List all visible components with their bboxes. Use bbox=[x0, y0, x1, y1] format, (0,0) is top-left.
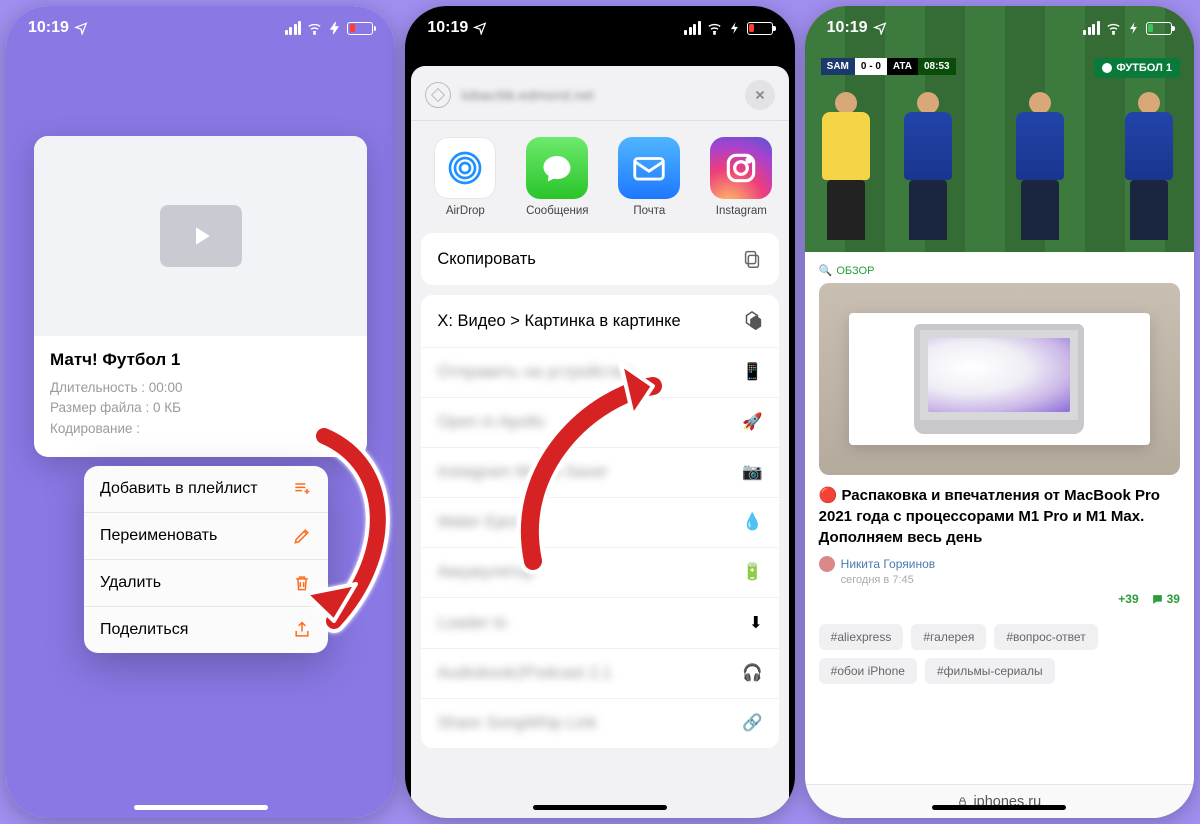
share-source: lobacrbb.edmorot.net bbox=[425, 82, 593, 108]
airdrop-icon bbox=[434, 137, 496, 199]
play-icon bbox=[160, 205, 242, 267]
video-thumbnail[interactable] bbox=[34, 136, 367, 336]
screenshot-1: 10:19 Матч! Футбол 1 Длительность : 00:0… bbox=[6, 6, 395, 818]
wifi-icon bbox=[706, 20, 723, 37]
copy-icon bbox=[741, 248, 763, 270]
status-bar: 10:19 bbox=[805, 6, 1194, 50]
action-blurred[interactable]: Audiobook2Podcast 2.1🎧 bbox=[421, 649, 778, 699]
action-copy[interactable]: Скопировать bbox=[421, 233, 778, 285]
article-title[interactable]: 🔴 Распаковка и впечатления от MacBook Pr… bbox=[819, 485, 1180, 548]
category-badge[interactable]: ОБЗОР bbox=[819, 264, 1180, 277]
browser-bottom-bar[interactable]: iphones.ru bbox=[805, 784, 1194, 818]
share-apps-row[interactable]: AirDrop Сообщения Почта Instagram bbox=[411, 127, 788, 223]
wifi-icon bbox=[306, 20, 323, 37]
shortcut-small-icon bbox=[741, 310, 763, 332]
tag[interactable]: #обои iPhone bbox=[819, 658, 917, 684]
status-bar: 10:19 bbox=[405, 6, 794, 50]
action-blurred[interactable]: Share SongWhip Link🔗 bbox=[421, 699, 778, 748]
battery-icon bbox=[1146, 22, 1172, 35]
location-icon bbox=[473, 21, 487, 35]
status-time: 10:19 bbox=[28, 19, 69, 37]
video-filesize: Размер файла : 0 КБ bbox=[50, 398, 351, 418]
comment-count[interactable]: 39 bbox=[1151, 592, 1180, 606]
video-card[interactable]: Матч! Футбол 1 Длительность : 00:00 Разм… bbox=[34, 136, 367, 457]
signal-icon bbox=[285, 21, 302, 35]
screenshot-3: SAM 0 - 0 ATA 08:53 ФУТБОЛ 1 10:19 ОБЗОР… bbox=[805, 6, 1194, 818]
tutorial-arrow bbox=[284, 426, 395, 651]
video-title: Матч! Футбол 1 bbox=[50, 350, 351, 370]
signal-icon bbox=[1083, 21, 1100, 35]
location-icon bbox=[74, 21, 88, 35]
close-button[interactable] bbox=[745, 80, 775, 110]
comment-icon bbox=[1151, 593, 1164, 606]
status-time: 10:19 bbox=[827, 19, 868, 37]
like-count[interactable]: +39 bbox=[1118, 592, 1138, 606]
tag[interactable]: #aliexpress bbox=[819, 624, 904, 650]
share-app-messages[interactable]: Сообщения bbox=[517, 137, 597, 217]
mail-icon bbox=[618, 137, 680, 199]
share-app-instagram[interactable]: Instagram bbox=[701, 137, 781, 217]
instagram-icon bbox=[710, 137, 772, 199]
tag[interactable]: #вопрос-ответ bbox=[994, 624, 1097, 650]
tag[interactable]: #галерея bbox=[911, 624, 986, 650]
close-icon bbox=[753, 88, 767, 102]
charging-icon bbox=[1127, 21, 1141, 35]
safari-icon bbox=[425, 82, 451, 108]
tag-cloud: #aliexpress #галерея #вопрос-ответ #обои… bbox=[819, 624, 1180, 684]
status-time: 10:19 bbox=[427, 19, 468, 37]
wifi-icon bbox=[1105, 20, 1122, 37]
article-date: сегодня в 7:45 bbox=[841, 574, 1180, 586]
battery-icon bbox=[347, 22, 373, 35]
scoreboard: SAM 0 - 0 ATA 08:53 bbox=[821, 58, 956, 75]
battery-icon bbox=[747, 22, 773, 35]
article-image[interactable] bbox=[819, 283, 1180, 475]
location-icon bbox=[873, 21, 887, 35]
author-name[interactable]: Никита Горяинов bbox=[841, 557, 935, 571]
screenshot-2: 10:19 lobacrbb.edmorot.net bbox=[405, 6, 794, 818]
charging-icon bbox=[328, 21, 342, 35]
action-pip[interactable]: X: Видео > Картинка в картинке bbox=[421, 295, 778, 348]
channel-badge: ФУТБОЛ 1 bbox=[1094, 58, 1180, 78]
charging-icon bbox=[728, 21, 742, 35]
tutorial-arrow bbox=[503, 346, 703, 581]
messages-icon bbox=[526, 137, 588, 199]
action-blurred[interactable]: Loader to⬇ bbox=[421, 598, 778, 649]
article-feed[interactable]: ОБЗОР 🔴 Распаковка и впечатления от MacB… bbox=[805, 252, 1194, 784]
share-app-mail[interactable]: Почта bbox=[609, 137, 689, 217]
tag[interactable]: #фильмы-сериалы bbox=[925, 658, 1055, 684]
signal-icon bbox=[684, 21, 701, 35]
share-app-airdrop[interactable]: AirDrop bbox=[425, 137, 505, 217]
share-actions-list: Скопировать bbox=[421, 233, 778, 285]
video-duration: Длительность : 00:00 bbox=[50, 378, 351, 398]
author-avatar[interactable] bbox=[819, 556, 835, 572]
status-bar: 10:19 bbox=[6, 6, 395, 50]
